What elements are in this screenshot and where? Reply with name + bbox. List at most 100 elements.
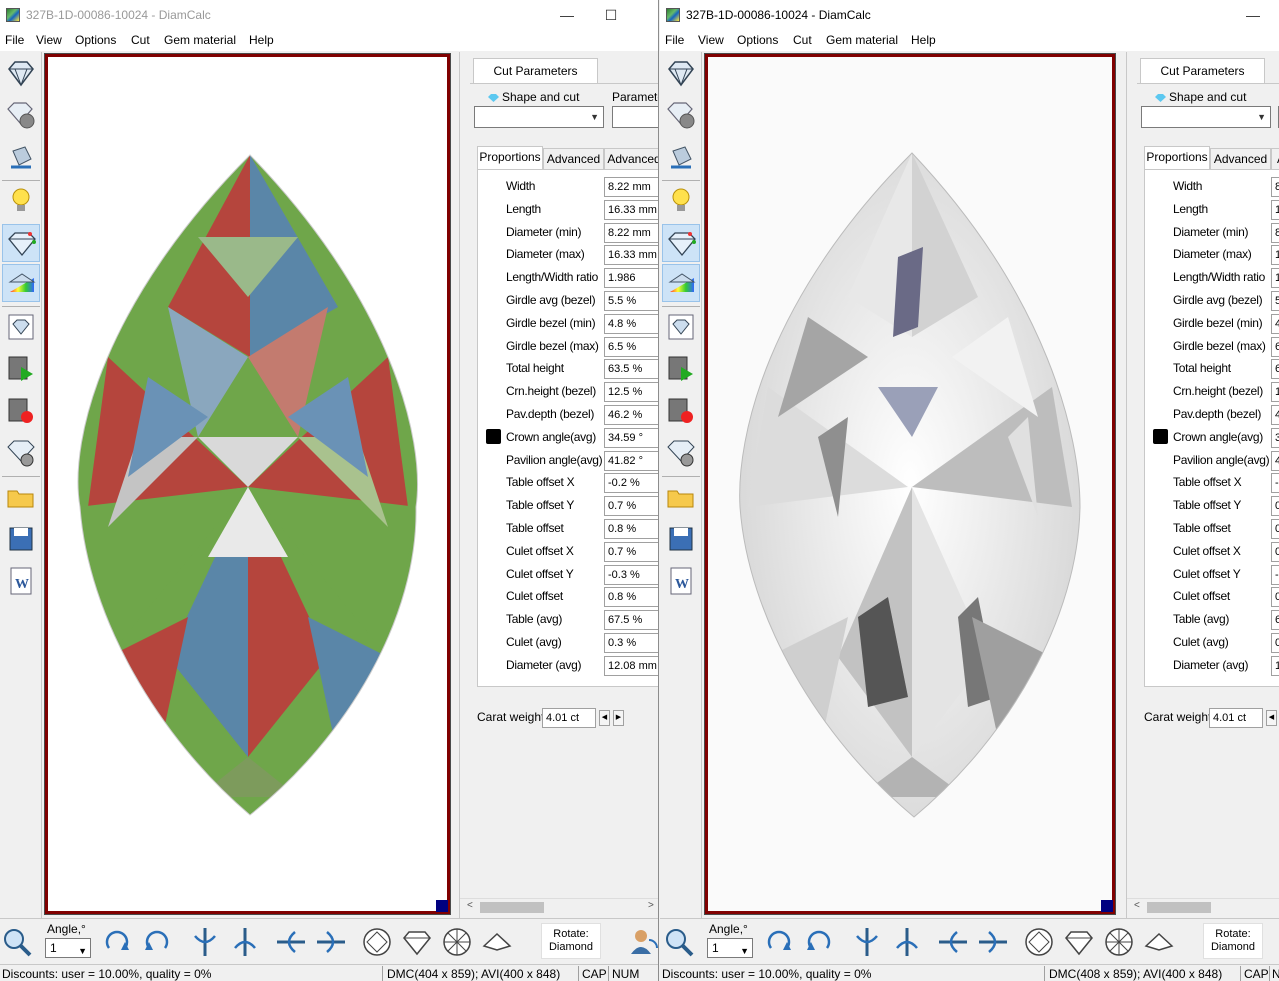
side-view-icon[interactable] <box>1060 923 1098 961</box>
light-bulb-icon[interactable] <box>662 182 700 220</box>
flip-vertical-icon[interactable] <box>848 923 886 961</box>
proportion-value[interactable]: 16.33 mm <box>604 199 658 220</box>
proportion-value[interactable]: 1 <box>1271 199 1279 220</box>
menu-cut[interactable]: Cut <box>793 33 812 47</box>
proportion-value[interactable]: 4 <box>1271 450 1279 471</box>
tab-advanced[interactable]: Advanced <box>543 148 604 170</box>
flip-horizontal-icon[interactable] <box>272 923 310 961</box>
menu-view[interactable]: View <box>36 33 62 47</box>
proportion-value[interactable]: 0.3 % <box>604 633 658 653</box>
rotate-ccw-icon[interactable] <box>138 923 176 961</box>
flip-vertical-alt-icon[interactable] <box>888 923 926 961</box>
proportion-value[interactable]: 6 <box>1271 610 1279 631</box>
paint-bucket-icon[interactable] <box>2 138 40 176</box>
rotate-cw-icon[interactable] <box>98 923 136 961</box>
title-bar[interactable]: 327B-1D-00086-10024 - DiamCalc — <box>660 0 1279 30</box>
proportion-value[interactable]: 0.8 % <box>604 519 658 539</box>
proportion-value[interactable]: 16.33 mm <box>604 245 658 266</box>
video-play-icon[interactable] <box>2 350 40 388</box>
tab-advanced-2[interactable]: A <box>1271 148 1279 170</box>
diamond-sphere-icon[interactable] <box>662 96 700 134</box>
carat-weight-field[interactable]: 4.01 ct <box>1209 708 1263 728</box>
zoom-icon[interactable] <box>0 923 36 961</box>
angle-select[interactable]: 1 ▼ <box>707 938 753 958</box>
scroll-left-icon[interactable]: < <box>467 900 473 911</box>
flip-vertical-alt-icon[interactable] <box>226 923 264 961</box>
diamond-gear-icon[interactable] <box>2 434 40 472</box>
diamond-image-icon[interactable] <box>662 308 700 346</box>
angle-select[interactable]: 1 ▼ <box>45 938 91 958</box>
shape-select[interactable]: ▼ <box>1141 106 1271 128</box>
proportion-value[interactable]: 1 <box>1271 382 1279 403</box>
proportion-value[interactable]: 8.22 mm <box>604 177 658 197</box>
menu-cut[interactable]: Cut <box>131 33 150 47</box>
menu-file[interactable]: File <box>665 33 684 47</box>
carat-increase-icon[interactable]: ▶ <box>613 710 624 726</box>
menu-options[interactable]: Options <box>737 33 778 47</box>
tab-proportions[interactable]: Proportions <box>1144 146 1210 170</box>
proportion-value[interactable]: 1 <box>1271 268 1279 289</box>
diamond-outline-icon[interactable] <box>1140 923 1178 961</box>
lock-icon[interactable] <box>486 428 501 444</box>
title-bar[interactable]: 327B-1D-00086-10024 - DiamCalc — ☐ <box>0 0 658 30</box>
bottom-view-icon[interactable] <box>1100 923 1138 961</box>
person-rotate-icon[interactable] <box>624 923 658 961</box>
save-icon[interactable] <box>662 520 700 558</box>
shape-select[interactable]: ▼ <box>474 106 604 128</box>
menu-help[interactable]: Help <box>911 33 936 47</box>
save-icon[interactable] <box>2 520 40 558</box>
spectrum-icon[interactable] <box>2 264 40 302</box>
menu-gem-material[interactable]: Gem material <box>164 33 236 47</box>
proportion-value[interactable]: -( <box>1271 473 1279 494</box>
tab-cut-parameters[interactable]: Cut Parameters <box>473 58 598 84</box>
menu-gem-material[interactable]: Gem material <box>826 33 898 47</box>
proportion-value[interactable]: 12.5 % <box>604 382 658 403</box>
proportion-value[interactable]: -( <box>1271 564 1279 585</box>
proportion-value[interactable]: -0.3 % <box>604 564 658 585</box>
menu-view[interactable]: View <box>698 33 724 47</box>
proportion-value[interactable]: 1.986 <box>604 268 658 289</box>
top-view-icon[interactable] <box>358 923 396 961</box>
diamond-view-icon[interactable] <box>662 54 700 92</box>
proportion-value[interactable]: 0 <box>1271 633 1279 653</box>
proportion-value[interactable]: 6 <box>1271 336 1279 357</box>
tab-cut-parameters[interactable]: Cut Parameters <box>1140 58 1265 84</box>
paint-bucket-icon[interactable] <box>662 138 700 176</box>
proportion-value[interactable]: 8 <box>1271 222 1279 243</box>
proportion-value[interactable]: 0.8 % <box>604 587 658 608</box>
rotate-cw-icon[interactable] <box>760 923 798 961</box>
proportion-value[interactable]: 6.5 % <box>604 336 658 357</box>
diamond-gear-icon[interactable] <box>662 434 700 472</box>
scroll-thumb[interactable] <box>1147 902 1211 913</box>
flip-horizontal-alt-icon[interactable] <box>312 923 350 961</box>
diamond-image-icon[interactable] <box>2 308 40 346</box>
video-record-icon[interactable] <box>662 392 700 430</box>
rotate-mode[interactable]: Rotate: Diamond <box>1203 923 1263 959</box>
proportion-value[interactable]: -0.2 % <box>604 473 658 494</box>
minimize-icon[interactable]: — <box>1230 0 1276 30</box>
proportion-value[interactable]: 0 <box>1271 519 1279 539</box>
tab-advanced-2[interactable]: Advanced <box>604 148 658 170</box>
scroll-right-icon[interactable]: > <box>648 900 654 911</box>
scroll-thumb[interactable] <box>480 902 544 913</box>
proportion-value[interactable]: 0.7 % <box>604 496 658 517</box>
proportion-value[interactable]: 0 <box>1271 541 1279 562</box>
menu-help[interactable]: Help <box>249 33 274 47</box>
minimize-icon[interactable]: — <box>544 0 590 30</box>
spectrum-icon[interactable] <box>662 264 700 302</box>
proportion-value[interactable]: 4 <box>1271 313 1279 334</box>
proportion-value[interactable]: 8 <box>1271 177 1279 197</box>
diamond-sparkle-icon[interactable] <box>662 224 700 262</box>
diamond-sparkle-icon[interactable] <box>2 224 40 262</box>
flip-horizontal-icon[interactable] <box>934 923 972 961</box>
proportion-value[interactable]: 0.7 % <box>604 541 658 562</box>
diamond-outline-icon[interactable] <box>478 923 516 961</box>
proportion-value[interactable]: 5 <box>1271 291 1279 311</box>
scroll-left-icon[interactable]: < <box>1134 900 1140 911</box>
lock-icon[interactable] <box>1153 428 1168 444</box>
proportion-value[interactable]: 1 <box>1271 655 1279 676</box>
diamond-view-icon[interactable] <box>2 54 40 92</box>
proportion-value[interactable]: 3 <box>1271 427 1279 448</box>
panel-scrollbar[interactable]: < <box>1127 898 1279 915</box>
zoom-icon[interactable] <box>660 923 698 961</box>
